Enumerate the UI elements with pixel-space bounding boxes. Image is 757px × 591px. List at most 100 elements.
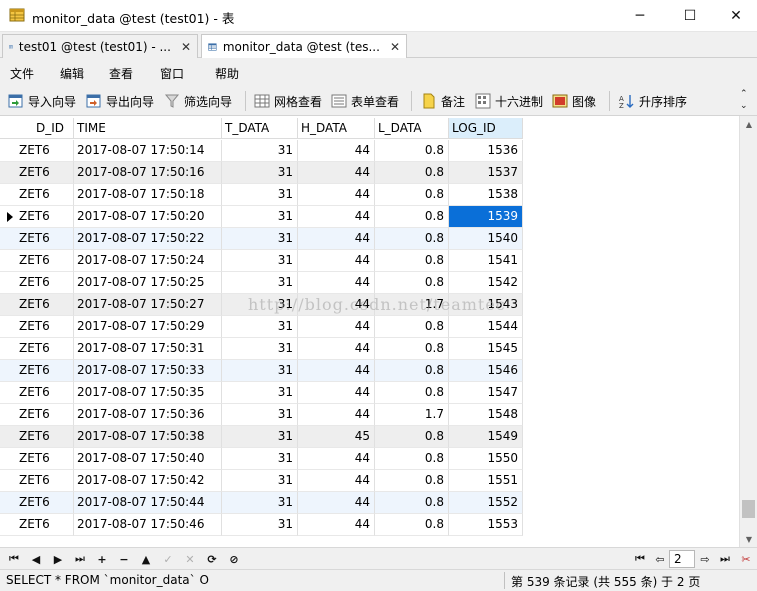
row-indicator[interactable] [0, 382, 16, 404]
row-indicator[interactable] [0, 492, 16, 514]
cell-t-data[interactable]: 31 [222, 404, 298, 426]
cell-d-id[interactable]: ZET6 [16, 184, 74, 206]
cell-t-data[interactable]: 31 [222, 162, 298, 184]
first-record-button[interactable]: ⏮ [6, 551, 22, 567]
cell-time[interactable]: 2017-08-07 17:50:18 [74, 184, 222, 206]
cell-log-id[interactable]: 1546 [449, 360, 523, 382]
move-up-button[interactable]: ▲ [138, 551, 154, 567]
table-row[interactable]: ZET6 2017-08-07 17:50:22 31 44 0.8 1540 [0, 228, 523, 250]
column-header-h-data[interactable]: H_DATA [298, 118, 375, 139]
row-indicator[interactable] [0, 140, 16, 162]
cell-time[interactable]: 2017-08-07 17:50:38 [74, 426, 222, 448]
row-indicator[interactable] [0, 338, 16, 360]
table-row[interactable]: ZET6 2017-08-07 17:50:40 31 44 0.8 1550 [0, 448, 523, 470]
row-indicator[interactable] [0, 272, 16, 294]
row-indicator[interactable] [0, 470, 16, 492]
cell-d-id[interactable]: ZET6 [16, 470, 74, 492]
cell-log-id[interactable]: 1538 [449, 184, 523, 206]
row-indicator[interactable] [0, 250, 16, 272]
cell-h-data[interactable]: 44 [298, 470, 375, 492]
next-page-button[interactable]: ⇨ [697, 551, 713, 567]
cell-log-id[interactable]: 1542 [449, 272, 523, 294]
toolbar-overflow-button[interactable]: ⌃ ⌄ [740, 88, 748, 112]
cell-log-id[interactable]: 1539 [449, 206, 523, 228]
cell-l-data[interactable]: 0.8 [375, 316, 449, 338]
cell-log-id[interactable]: 1552 [449, 492, 523, 514]
tab-monitor-data[interactable]: monitor_data @test (tes... ✕ [201, 34, 407, 59]
apply-changes-button[interactable]: ✓ [160, 551, 176, 567]
row-indicator[interactable] [0, 184, 16, 206]
cell-t-data[interactable]: 31 [222, 338, 298, 360]
cell-d-id[interactable]: ZET6 [16, 206, 74, 228]
row-indicator[interactable] [0, 162, 16, 184]
close-tab-icon[interactable]: ✕ [181, 40, 191, 54]
cell-h-data[interactable]: 44 [298, 140, 375, 162]
cell-log-id[interactable]: 1537 [449, 162, 523, 184]
cell-time[interactable]: 2017-08-07 17:50:40 [74, 448, 222, 470]
column-header-log-id[interactable]: LOG_ID [449, 118, 523, 139]
cell-d-id[interactable]: ZET6 [16, 426, 74, 448]
cell-h-data[interactable]: 44 [298, 492, 375, 514]
menu-help[interactable]: 帮助 [215, 65, 239, 82]
table-row[interactable]: ZET6 2017-08-07 17:50:14 31 44 0.8 1536 [0, 140, 523, 162]
scroll-up-icon[interactable]: ▲ [740, 116, 757, 132]
cell-h-data[interactable]: 45 [298, 426, 375, 448]
cell-time[interactable]: 2017-08-07 17:50:33 [74, 360, 222, 382]
next-record-button[interactable]: ▶ [50, 551, 66, 567]
cell-l-data[interactable]: 0.8 [375, 184, 449, 206]
delete-record-button[interactable]: − [116, 551, 132, 567]
row-indicator[interactable] [0, 206, 16, 228]
cell-log-id[interactable]: 1545 [449, 338, 523, 360]
column-header-t-data[interactable]: T_DATA [222, 118, 298, 139]
cell-d-id[interactable]: ZET6 [16, 228, 74, 250]
cell-t-data[interactable]: 31 [222, 426, 298, 448]
memo-button[interactable]: 备注 [421, 92, 465, 110]
table-row[interactable]: ZET6 2017-08-07 17:50:16 31 44 0.8 1537 [0, 162, 523, 184]
discard-changes-button[interactable]: ✕ [182, 551, 198, 567]
table-row[interactable]: ZET6 2017-08-07 17:50:33 31 44 0.8 1546 [0, 360, 523, 382]
cell-h-data[interactable]: 44 [298, 250, 375, 272]
table-row[interactable]: ZET6 2017-08-07 17:50:38 31 45 0.8 1549 [0, 426, 523, 448]
cell-h-data[interactable]: 44 [298, 404, 375, 426]
row-indicator[interactable] [0, 316, 16, 338]
cell-h-data[interactable]: 44 [298, 316, 375, 338]
cell-h-data[interactable]: 44 [298, 206, 375, 228]
cell-log-id[interactable]: 1550 [449, 448, 523, 470]
cell-time[interactable]: 2017-08-07 17:50:20 [74, 206, 222, 228]
cell-log-id[interactable]: 1540 [449, 228, 523, 250]
cell-l-data[interactable]: 0.8 [375, 470, 449, 492]
cell-h-data[interactable]: 44 [298, 382, 375, 404]
cell-time[interactable]: 2017-08-07 17:50:35 [74, 382, 222, 404]
import-wizard-button[interactable]: 导入向导 [8, 92, 76, 110]
grid-view-button[interactable]: 网格查看 [254, 92, 322, 110]
cell-h-data[interactable]: 44 [298, 448, 375, 470]
cell-h-data[interactable]: 44 [298, 338, 375, 360]
cell-h-data[interactable]: 44 [298, 184, 375, 206]
cell-t-data[interactable]: 31 [222, 184, 298, 206]
cell-log-id[interactable]: 1541 [449, 250, 523, 272]
cell-t-data[interactable]: 31 [222, 316, 298, 338]
cell-time[interactable]: 2017-08-07 17:50:36 [74, 404, 222, 426]
cell-t-data[interactable]: 31 [222, 448, 298, 470]
cell-d-id[interactable]: ZET6 [16, 162, 74, 184]
cell-time[interactable]: 2017-08-07 17:50:29 [74, 316, 222, 338]
cell-l-data[interactable]: 0.8 [375, 338, 449, 360]
cell-t-data[interactable]: 31 [222, 360, 298, 382]
cell-log-id[interactable]: 1551 [449, 470, 523, 492]
sort-ascending-button[interactable]: A Z 升序排序 [619, 92, 687, 110]
column-header-l-data[interactable]: L_DATA [375, 118, 449, 139]
previous-page-button[interactable]: ⇦ [652, 551, 668, 567]
cell-log-id[interactable]: 1536 [449, 140, 523, 162]
cell-d-id[interactable]: ZET6 [16, 404, 74, 426]
cell-d-id[interactable]: ZET6 [16, 492, 74, 514]
table-row[interactable]: ZET6 2017-08-07 17:50:36 31 44 1.7 1548 [0, 404, 523, 426]
cell-log-id[interactable]: 1553 [449, 514, 523, 536]
refresh-button[interactable]: ⟳ [204, 551, 220, 567]
cell-t-data[interactable]: 31 [222, 470, 298, 492]
cell-l-data[interactable]: 0.8 [375, 360, 449, 382]
cell-d-id[interactable]: ZET6 [16, 338, 74, 360]
cell-log-id[interactable]: 1547 [449, 382, 523, 404]
limit-settings-button[interactable]: ✂ [738, 551, 754, 567]
cell-d-id[interactable]: ZET6 [16, 360, 74, 382]
cell-time[interactable]: 2017-08-07 17:50:16 [74, 162, 222, 184]
